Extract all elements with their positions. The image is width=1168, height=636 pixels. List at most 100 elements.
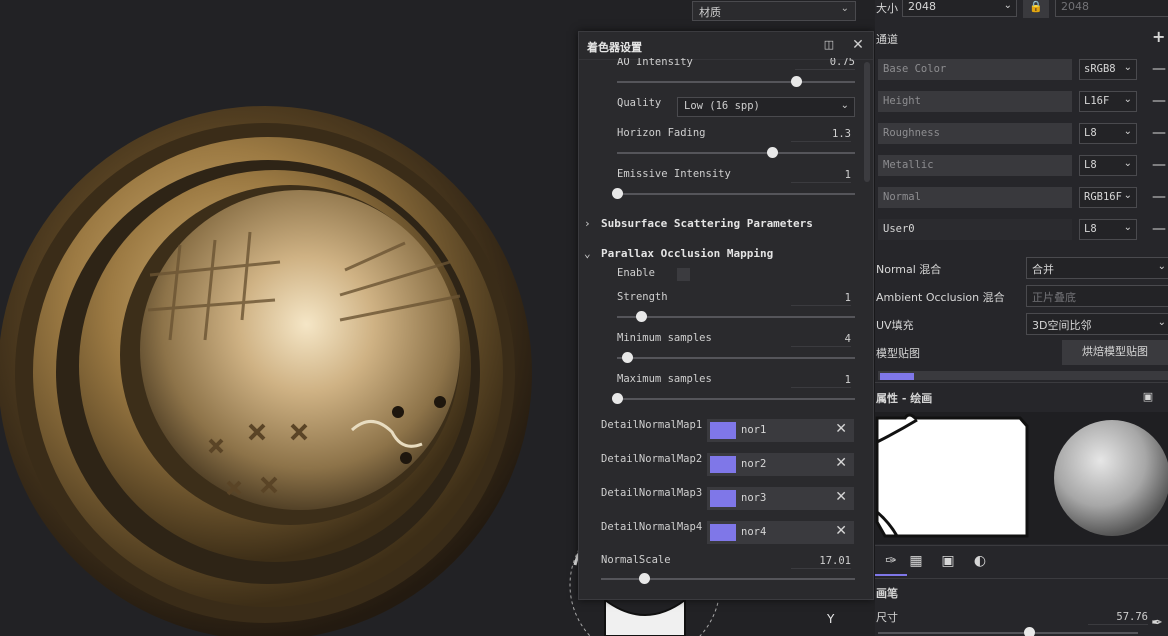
channel-format-dropdown[interactable]: L8 ⌄ <box>1079 155 1137 176</box>
shader-panel-title: 着色器设置 <box>587 41 642 54</box>
uv-padding-dropdown[interactable]: 3D空间比邻 ⌄ <box>1026 313 1168 335</box>
remove-channel-icon[interactable]: — <box>1152 125 1166 141</box>
clear-icon[interactable]: ✕ <box>835 523 847 539</box>
emissive-intensity-label: Emissive Intensity <box>617 168 731 180</box>
channel-roughness[interactable]: Roughness <box>878 123 1072 144</box>
size-locked-field: 2048 <box>1055 0 1168 17</box>
dock-icon[interactable]: ◫ <box>820 36 838 54</box>
pen-pressure-icon[interactable]: ✒ <box>1146 612 1168 634</box>
detail-normal-map-3-slot[interactable]: nor3 ✕ <box>707 487 854 510</box>
divider <box>875 545 1168 546</box>
min-samples-value[interactable]: 4 <box>791 333 851 347</box>
remove-channel-icon[interactable]: — <box>1152 157 1166 173</box>
channel-format-dropdown[interactable]: RGB16F ⌄ <box>1079 187 1137 208</box>
viewport-mode-label: 材质 <box>699 6 721 19</box>
sss-section-header[interactable]: › Subsurface Scattering Parameters <box>584 217 813 230</box>
clear-icon[interactable]: ✕ <box>835 455 847 471</box>
strength-slider[interactable] <box>617 311 855 322</box>
stencil-icon[interactable]: ▣ <box>937 550 959 572</box>
tab-brush[interactable]: ✑ <box>875 546 907 576</box>
chevron-down-icon: ⌄ <box>584 247 591 260</box>
model-map-list-partial <box>878 371 1168 380</box>
channel-user0[interactable]: User0 <box>878 219 1072 240</box>
emissive-intensity-slider[interactable] <box>612 188 855 199</box>
channel-normal[interactable]: Normal <box>878 187 1072 208</box>
close-icon[interactable]: ✕ <box>849 36 867 54</box>
remove-channel-icon[interactable]: — <box>1152 61 1166 77</box>
chevron-right-icon: › <box>584 217 591 230</box>
shader-panel-titlebar[interactable]: 着色器设置 ◫ ✕ <box>579 32 873 60</box>
horizon-fading-slider[interactable] <box>617 147 855 158</box>
lock-icon[interactable]: 🔒 <box>1023 0 1049 18</box>
alpha-icon[interactable]: ▦ <box>905 550 927 572</box>
ao-blend-value: 正片叠底 <box>1032 291 1076 304</box>
expand-icon[interactable]: ▣ <box>1137 386 1159 408</box>
chevron-down-icon: ⌄ <box>840 3 849 14</box>
format-value: L8 <box>1084 127 1097 139</box>
pom-section-header[interactable]: ⌄ Parallax Occlusion Mapping <box>584 247 773 260</box>
clear-icon[interactable]: ✕ <box>835 489 847 505</box>
detail-normal-map-2-slot[interactable]: nor2 ✕ <box>707 453 854 476</box>
texture-name: nor4 <box>741 526 767 538</box>
slider-knob[interactable] <box>635 311 647 322</box>
quality-label: Quality <box>617 97 662 109</box>
texture-set-settings-panel: 大小 2048 ⌄ 🔒 2048 通道 + Base Color sRGB8 ⌄ … <box>875 0 1168 636</box>
remove-channel-icon[interactable]: — <box>1152 221 1166 237</box>
detail-normal-map-4-label: DetailNormalMap4 <box>601 521 703 533</box>
brush-size-slider[interactable] <box>878 627 1138 636</box>
texture-thumbnail <box>710 422 736 439</box>
normal-blend-dropdown[interactable]: 合并 ⌄ <box>1026 257 1168 279</box>
channel-base-color[interactable]: Base Color <box>878 59 1072 80</box>
divider <box>875 578 1168 579</box>
channel-format-dropdown[interactable]: sRGB8 ⌄ <box>1079 59 1137 80</box>
emissive-intensity-value[interactable]: 1 <box>791 169 851 183</box>
brush-preview-graphics <box>875 413 1168 538</box>
scrollbar-thumb[interactable] <box>864 62 870 182</box>
max-samples-value[interactable]: 1 <box>791 374 851 388</box>
max-samples-label: Maximum samples <box>617 373 712 385</box>
ao-intensity-value[interactable]: 0.75 <box>795 58 855 70</box>
slider-knob[interactable] <box>1023 627 1035 636</box>
texture-name: nor1 <box>741 424 767 436</box>
slider-knob[interactable] <box>612 393 623 404</box>
brush-size-value[interactable]: 57.76 <box>1088 611 1148 625</box>
texture-thumbnail <box>880 373 914 380</box>
detail-normal-map-2-label: DetailNormalMap2 <box>601 453 703 465</box>
normal-scale-label: NormalScale <box>601 554 671 566</box>
horizon-fading-value[interactable]: 1.3 <box>791 128 851 142</box>
remove-channel-icon[interactable]: — <box>1152 93 1166 109</box>
strength-value[interactable]: 1 <box>791 292 851 306</box>
detail-normal-map-4-slot[interactable]: nor4 ✕ <box>707 521 854 544</box>
quality-dropdown[interactable]: Low (16 spp) ⌄ <box>677 97 855 117</box>
ao-blend-dropdown: 正片叠底 <box>1026 285 1168 307</box>
slider-knob[interactable] <box>790 76 802 87</box>
slider-knob[interactable] <box>621 352 633 363</box>
viewport-mode-dropdown[interactable]: 材质 ⌄ <box>692 1 856 21</box>
add-channel-icon[interactable]: + <box>1152 27 1165 46</box>
channel-height[interactable]: Height <box>878 91 1072 112</box>
detail-normal-map-1-slot[interactable]: nor1 ✕ <box>707 419 854 442</box>
pom-enable-label: Enable <box>617 267 655 279</box>
normal-scale-value[interactable]: 17.01 <box>791 555 851 569</box>
ao-intensity-row: AO Intensity 0.75 <box>579 58 861 88</box>
max-samples-slider[interactable] <box>612 393 855 404</box>
channel-format-dropdown[interactable]: L8 ⌄ <box>1079 219 1137 240</box>
channel-format-dropdown[interactable]: L8 ⌄ <box>1079 123 1137 144</box>
clear-icon[interactable]: ✕ <box>835 421 847 437</box>
bake-model-maps-button[interactable]: 烘焙模型贴图 <box>1062 340 1168 365</box>
channel-metallic[interactable]: Metallic <box>878 155 1072 176</box>
size-dropdown[interactable]: 2048 ⌄ <box>902 0 1017 17</box>
slider-knob[interactable] <box>612 188 623 199</box>
shader-panel-scrollbar[interactable] <box>863 62 871 596</box>
remove-channel-icon[interactable]: — <box>1152 189 1166 205</box>
texture-name: nor2 <box>741 458 767 470</box>
slider-knob[interactable] <box>639 573 651 584</box>
slider-knob[interactable] <box>766 147 778 158</box>
pom-enable-checkbox[interactable] <box>677 268 690 281</box>
material-icon[interactable]: ◐ <box>969 550 991 572</box>
ao-intensity-slider[interactable] <box>617 76 855 87</box>
divider <box>875 382 1168 383</box>
min-samples-slider[interactable] <box>617 352 855 363</box>
normal-scale-slider[interactable] <box>601 573 855 584</box>
channel-format-dropdown[interactable]: L16F ⌄ <box>1079 91 1137 112</box>
